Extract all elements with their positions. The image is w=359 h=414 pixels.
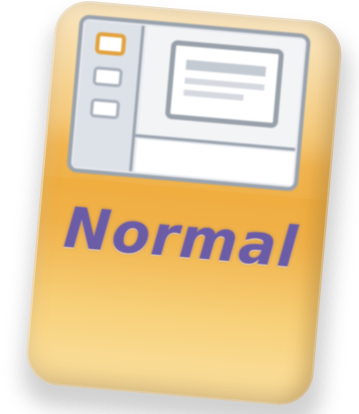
slide-thumbnail-selected	[95, 32, 127, 56]
normal-view-icon	[67, 15, 311, 192]
slide-thumbnail	[90, 98, 120, 120]
slide-thumbnail	[92, 66, 123, 88]
normal-view-button[interactable]: Normal	[23, 0, 345, 408]
stage: Normal	[0, 0, 359, 414]
button-label: Normal	[61, 195, 301, 281]
